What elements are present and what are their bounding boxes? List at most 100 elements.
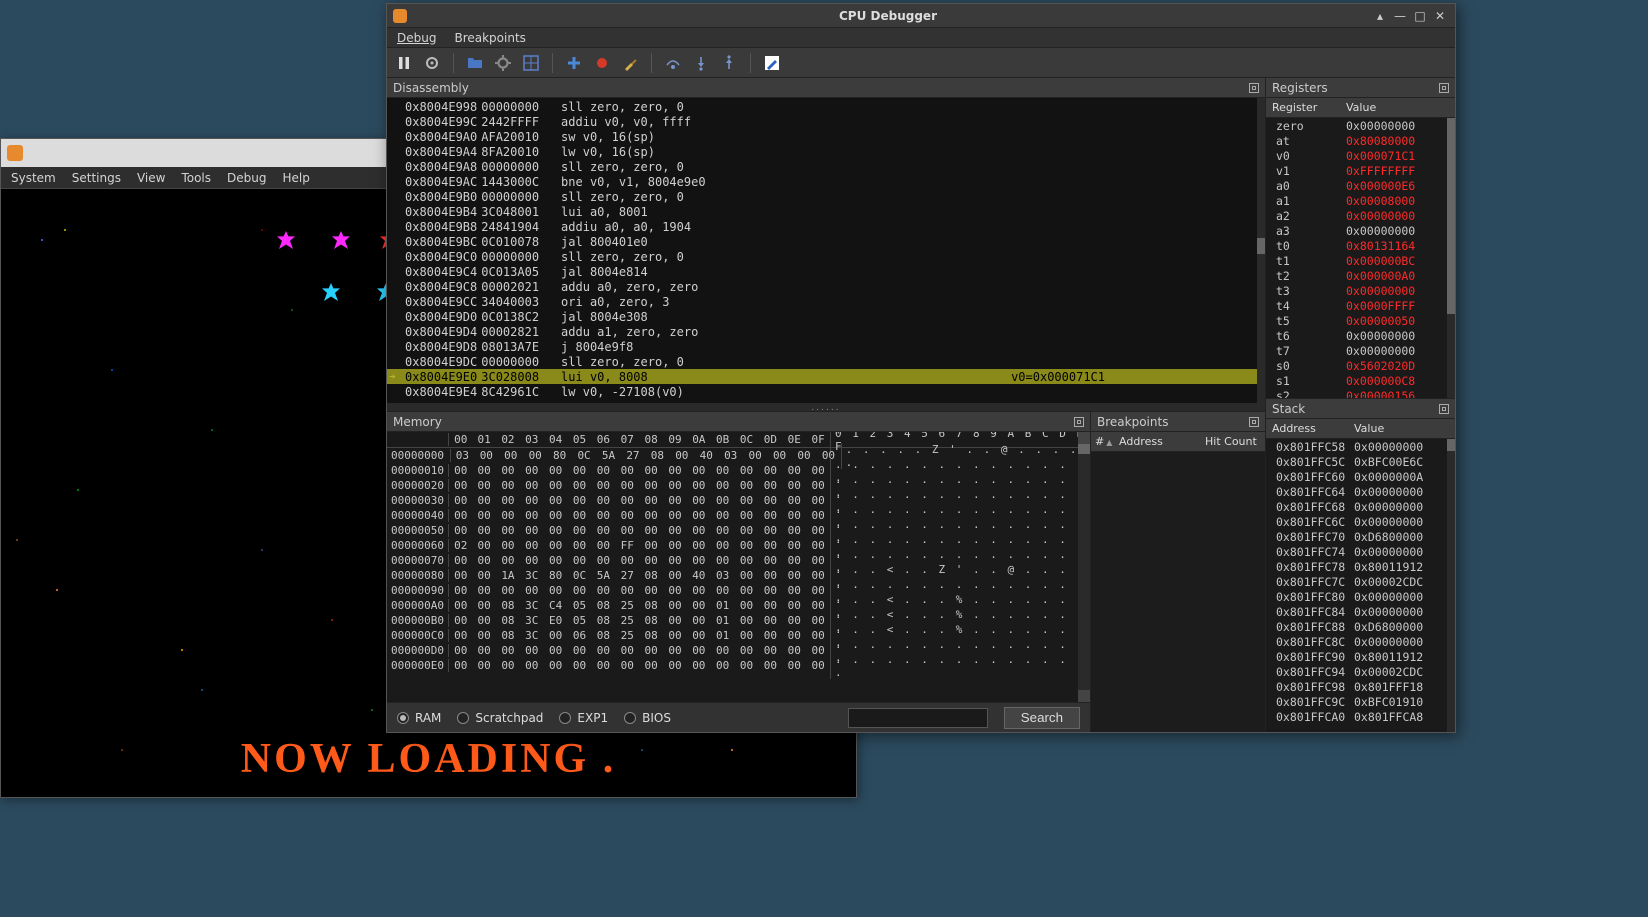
stack-row[interactable]: 0x801FFC5C0xBFC00E6C [1266, 454, 1455, 469]
scrollbar[interactable] [1447, 118, 1455, 398]
maximize-button[interactable]: □ [1411, 8, 1429, 24]
stack-row[interactable]: 0x801FFC800x00000000 [1266, 589, 1455, 604]
stack-row[interactable]: 0x801FFC900x80011912 [1266, 649, 1455, 664]
layout-button[interactable] [520, 52, 542, 74]
disasm-row[interactable]: 0x8004E9C800002021addu a0, zero, zero [387, 279, 1265, 294]
expand-icon[interactable] [1249, 83, 1259, 93]
register-row[interactable]: a00x000000E6 [1266, 178, 1455, 193]
scrollbar[interactable] [1078, 432, 1090, 702]
menu-debug[interactable]: Debug [227, 171, 266, 185]
step-out-button[interactable] [718, 52, 740, 74]
rollup-button[interactable]: ▴ [1371, 8, 1389, 24]
disasm-row[interactable]: 0x8004E9D400002821addu a1, zero, zero [387, 324, 1265, 339]
menu-view[interactable]: View [137, 171, 165, 185]
breakpoints-body[interactable] [1091, 452, 1265, 732]
register-row[interactable]: a30x00000000 [1266, 223, 1455, 238]
memory-search-button[interactable]: Search [1004, 707, 1080, 729]
settings-button[interactable] [421, 52, 443, 74]
expand-icon[interactable] [1439, 404, 1449, 414]
disasm-row[interactable]: 0x8004E9CC34040003ori a0, zero, 3 [387, 294, 1265, 309]
disasm-row[interactable]: 0x8004E9D00C0138C2jal 8004e308 [387, 309, 1265, 324]
add-breakpoint-button[interactable] [563, 52, 585, 74]
disasm-row[interactable]: 0x8004E9A48FA20010lw v0, 16(sp) [387, 144, 1265, 159]
disasm-row[interactable]: 0x8004E9A0AFA20010sw v0, 16(sp) [387, 129, 1265, 144]
disasm-row[interactable]: 0x8004E9C000000000sll zero, zero, 0 [387, 249, 1265, 264]
disasm-row[interactable]: 0x8004E99800000000sll zero, zero, 0 [387, 99, 1265, 114]
menu-debug[interactable]: Debug [397, 31, 436, 45]
disassembly-listing[interactable]: 0x8004E99800000000sll zero, zero, 00x800… [387, 98, 1265, 403]
memory-search-input[interactable] [848, 708, 988, 728]
options-button[interactable] [492, 52, 514, 74]
stack-row[interactable]: 0x801FFC580x00000000 [1266, 439, 1455, 454]
open-button[interactable] [464, 52, 486, 74]
radio-ram[interactable]: RAM [397, 711, 441, 725]
disasm-row[interactable]: 0x8004E9AC1443000Cbne v0, v1, 8004e9e0 [387, 174, 1265, 189]
menu-breakpoints[interactable]: Breakpoints [454, 31, 525, 45]
disasm-row[interactable]: 0x8004E9B43C048001lui a0, 8001 [387, 204, 1265, 219]
stack-row[interactable]: 0x801FFC6C0x00000000 [1266, 514, 1455, 529]
menu-settings[interactable]: Settings [72, 171, 121, 185]
register-row[interactable]: t30x00000000 [1266, 283, 1455, 298]
register-row[interactable]: s10x000000C8 [1266, 373, 1455, 388]
minimize-button[interactable]: — [1391, 8, 1409, 24]
register-row[interactable]: s20x00000156 [1266, 388, 1455, 398]
clear-breakpoints-button[interactable] [619, 52, 641, 74]
register-row[interactable]: t40x0000FFFF [1266, 298, 1455, 313]
disasm-row[interactable]: 0x8004E9D808013A7Ej 8004e9f8 [387, 339, 1265, 354]
register-row[interactable]: t00x80131164 [1266, 238, 1455, 253]
disasm-row[interactable]: 0x8004E9DC00000000sll zero, zero, 0 [387, 354, 1265, 369]
register-row[interactable]: t70x00000000 [1266, 343, 1455, 358]
menu-help[interactable]: Help [282, 171, 309, 185]
stack-row[interactable]: 0x801FFC840x00000000 [1266, 604, 1455, 619]
stack-row[interactable]: 0x801FFC7C0x00002CDC [1266, 574, 1455, 589]
debugger-titlebar[interactable]: CPU Debugger ▴ — □ ✕ [387, 4, 1455, 28]
disasm-row[interactable]: 0x8004E9C40C013A05jal 8004e814 [387, 264, 1265, 279]
menu-tools[interactable]: Tools [181, 171, 211, 185]
close-button[interactable]: ✕ [1431, 8, 1449, 24]
register-row[interactable]: at0x80080000 [1266, 133, 1455, 148]
register-row[interactable]: t50x00000050 [1266, 313, 1455, 328]
stack-body[interactable]: 0x801FFC580x000000000x801FFC5C0xBFC00E6C… [1266, 439, 1455, 732]
disasm-row[interactable]: 0x8004E9E48C42961Clw v0, -27108(v0) [387, 384, 1265, 399]
expand-icon[interactable] [1439, 83, 1449, 93]
stack-row[interactable]: 0x801FFC600x0000000A [1266, 469, 1455, 484]
step-over-button[interactable] [662, 52, 684, 74]
edit-button[interactable] [761, 52, 783, 74]
pause-button[interactable] [393, 52, 415, 74]
stack-row[interactable]: 0x801FFC940x00002CDC [1266, 664, 1455, 679]
scrollbar[interactable] [1447, 439, 1455, 732]
stack-row[interactable]: 0x801FFC700xD6800000 [1266, 529, 1455, 544]
expand-icon[interactable] [1249, 417, 1259, 427]
stack-row[interactable]: 0x801FFC680x00000000 [1266, 499, 1455, 514]
radio-scratchpad[interactable]: Scratchpad [457, 711, 543, 725]
radio-exp1[interactable]: EXP1 [559, 711, 608, 725]
register-row[interactable]: v10xFFFFFFFF [1266, 163, 1455, 178]
scrollbar[interactable] [1257, 98, 1265, 403]
memory-row[interactable]: 000000E000000000000000000000000000000000… [387, 658, 1090, 673]
stack-row[interactable]: 0x801FFC640x00000000 [1266, 484, 1455, 499]
register-row[interactable]: a10x00008000 [1266, 193, 1455, 208]
step-in-button[interactable] [690, 52, 712, 74]
stack-row[interactable]: 0x801FFC880xD6800000 [1266, 619, 1455, 634]
register-row[interactable]: s00x5602020D [1266, 358, 1455, 373]
disasm-row[interactable]: 0x8004E9B000000000sll zero, zero, 0 [387, 189, 1265, 204]
stack-row[interactable]: 0x801FFCA00x801FFCA8 [1266, 709, 1455, 724]
toggle-breakpoint-button[interactable] [591, 52, 613, 74]
splitter[interactable]: ...... [387, 403, 1265, 411]
disasm-row[interactable]: 0x8004E99C2442FFFFaddiu v0, v0, ffff [387, 114, 1265, 129]
register-row[interactable]: t10x000000BC [1266, 253, 1455, 268]
memory-grid[interactable]: 000102030405060708090A0B0C0D0E0F0 1 2 3 … [387, 432, 1090, 702]
register-row[interactable]: a20x00000000 [1266, 208, 1455, 223]
expand-icon[interactable] [1074, 417, 1084, 427]
register-row[interactable]: t60x00000000 [1266, 328, 1455, 343]
stack-row[interactable]: 0x801FFC8C0x00000000 [1266, 634, 1455, 649]
stack-row[interactable]: 0x801FFC780x80011912 [1266, 559, 1455, 574]
disasm-row[interactable]: 0x8004E9BC0C010078jal 800401e0 [387, 234, 1265, 249]
radio-bios[interactable]: BIOS [624, 711, 671, 725]
disasm-row[interactable]: 0x8004E9B824841904addiu a0, a0, 1904 [387, 219, 1265, 234]
register-row[interactable]: t20x000000A0 [1266, 268, 1455, 283]
disasm-row[interactable]: 0x8004E9A800000000sll zero, zero, 0 [387, 159, 1265, 174]
menu-system[interactable]: System [11, 171, 56, 185]
register-row[interactable]: v00x000071C1 [1266, 148, 1455, 163]
stack-row[interactable]: 0x801FFC9C0xBFC01910 [1266, 694, 1455, 709]
